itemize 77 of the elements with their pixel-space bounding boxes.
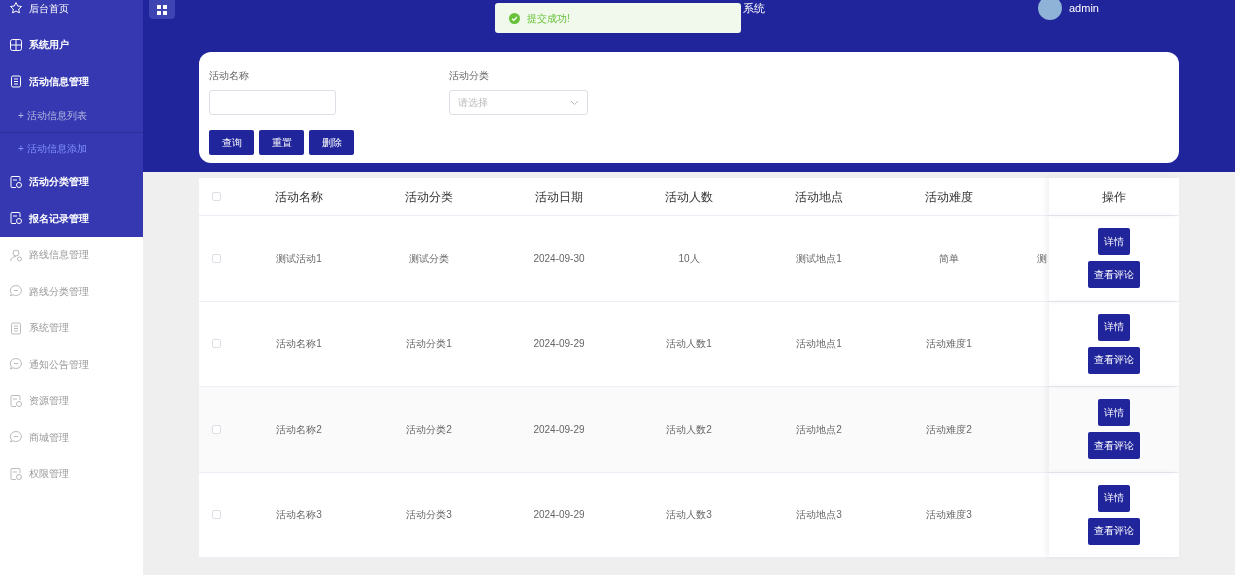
document-clock-icon: [9, 211, 23, 226]
checkbox[interactable]: [212, 192, 221, 201]
sidebar-item[interactable]: 活动信息管理: [0, 63, 143, 100]
table-cell-text: 活动人数3: [665, 508, 713, 523]
column-header: 活动地点: [794, 188, 844, 206]
action-button[interactable]: 查询: [209, 130, 254, 155]
checkbox[interactable]: [212, 339, 221, 349]
table-cell-text: 测: [1036, 251, 1048, 266]
row-action-button[interactable]: 详情: [1098, 484, 1130, 512]
table-cell-text: 活动分类1: [405, 337, 453, 352]
grid-icon: [9, 37, 23, 52]
table-cell-text: 活动名称2: [275, 422, 323, 437]
document-clock-icon: [9, 466, 23, 481]
person-icon: [9, 247, 23, 262]
row-action-button[interactable]: 查看评论: [1088, 517, 1140, 545]
checkbox[interactable]: [212, 253, 221, 263]
column-header: 活动难度: [924, 188, 974, 206]
column-header: 操作: [1102, 188, 1126, 206]
header-title: 系统: [743, 1, 765, 16]
table-cell-text: 活动人数1: [665, 337, 713, 352]
input-field[interactable]: [209, 90, 336, 115]
column-header: 活动人数: [664, 188, 714, 206]
sidebar-item[interactable]: 活动分类管理: [0, 163, 143, 200]
table-cell-text: 2024-09-29: [532, 422, 586, 437]
action-button[interactable]: 重置: [259, 130, 304, 155]
table-cell-text: 2024-09-29: [532, 337, 586, 352]
table-cell-text: 活动人数2: [665, 422, 713, 437]
submenu-item[interactable]: + 活动信息列表: [0, 99, 143, 132]
document-clock-icon: [9, 393, 23, 408]
column-header: 活动分类: [404, 188, 454, 206]
avatar-picture: [1038, 0, 1062, 20]
table-cell-text: 测试分类: [408, 251, 450, 266]
check-circle-icon: [509, 12, 520, 24]
menu-button[interactable]: [149, 0, 175, 19]
sidebar-item[interactable]: 系统用户: [0, 26, 143, 63]
table-cell-text: 活动名称3: [275, 508, 323, 523]
table-cell-text: 活动分类2: [405, 422, 453, 437]
sidebar-item[interactable]: 报名记录管理: [0, 200, 143, 237]
row-action-button[interactable]: 详情: [1098, 228, 1130, 256]
table-cell-text: 活动难度3: [925, 508, 973, 523]
field-label: 活动分类: [449, 69, 490, 83]
table-cell-text: 活动地点2: [795, 422, 843, 437]
table-cell-text: 活动难度1: [925, 337, 973, 352]
row-action-button[interactable]: 查看评论: [1088, 261, 1140, 289]
table-cell-text: 测试地点1: [795, 251, 843, 266]
table-cell-text: 活动名称1: [275, 337, 323, 352]
checkbox[interactable]: [212, 424, 221, 434]
row-action-button[interactable]: 查看评论: [1088, 432, 1140, 460]
row-action-button[interactable]: 详情: [1098, 399, 1130, 427]
table-cell-text: 活动地点3: [795, 508, 843, 523]
row-action-button[interactable]: 详情: [1098, 313, 1130, 341]
grid-icon: [157, 4, 167, 15]
document-clock-icon: [9, 174, 23, 189]
table-cell-text: 活动难度2: [925, 422, 973, 437]
clipboard-icon: [9, 74, 23, 89]
column-header: 活动日期: [534, 188, 584, 206]
row-action-button[interactable]: 查看评论: [1088, 346, 1140, 374]
table-cell-text: 10人: [677, 251, 701, 266]
column-header: 活动名称: [274, 188, 324, 206]
table-cell-text: 2024-09-29: [532, 508, 586, 523]
clipboard-icon: [9, 320, 23, 335]
action-button[interactable]: 删除: [309, 130, 354, 155]
field-label: 活动名称: [209, 69, 250, 83]
toast-text: 提交成功!: [527, 11, 570, 26]
table-cell-text: 测试活动1: [275, 251, 323, 266]
checkbox[interactable]: [212, 510, 221, 520]
chevron-down-icon: [570, 99, 579, 106]
table-cell-text: 活动地点1: [795, 337, 843, 352]
table-cell-text: 活动分类3: [405, 508, 453, 523]
chat-bubble-icon: [9, 357, 23, 372]
sidebar-item[interactable]: 后台首页: [0, 0, 143, 27]
table-cell-text: 2024-09-30: [532, 251, 586, 266]
star-icon: [9, 1, 23, 16]
chat-bubble-icon: [9, 284, 23, 299]
chat-bubble-icon: [9, 430, 23, 445]
table-cell-text: 简单: [938, 251, 960, 266]
user-name: admin: [1069, 0, 1099, 16]
